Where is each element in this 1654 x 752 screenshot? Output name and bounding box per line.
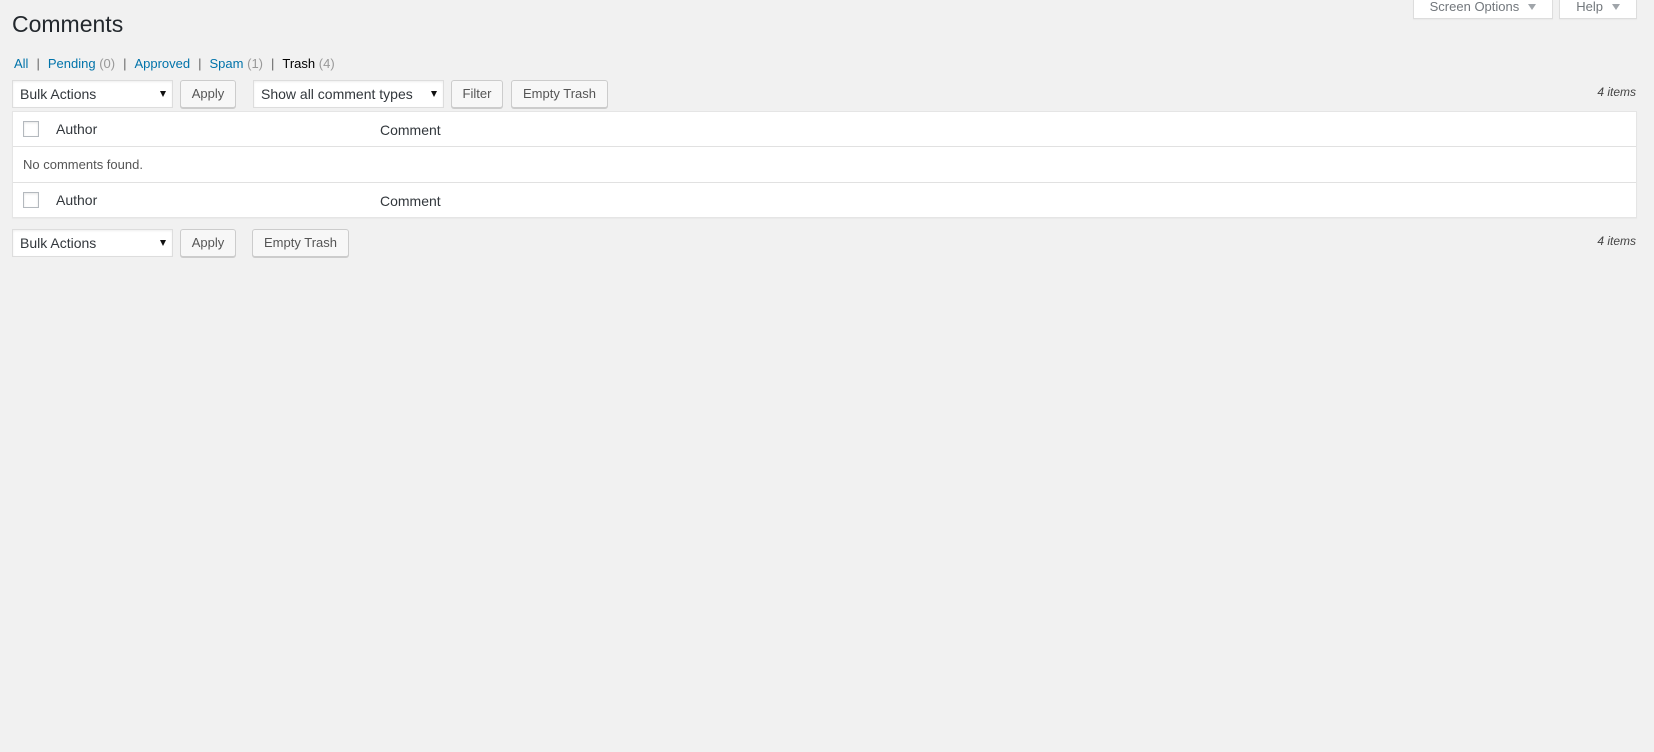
separator: | bbox=[198, 56, 202, 71]
column-comment-header: Comment bbox=[380, 122, 441, 138]
page-title: Comments bbox=[12, 11, 124, 37]
filter-pending[interactable]: Pending (0) bbox=[48, 56, 115, 71]
screen-options-label: Screen Options bbox=[1429, 0, 1520, 14]
filter-approved-link[interactable]: Approved bbox=[134, 56, 190, 71]
filter-spam-count: (1) bbox=[247, 56, 263, 71]
empty-trash-button[interactable]: Empty Trash bbox=[511, 80, 608, 108]
table-header: Author Comment bbox=[13, 112, 1636, 147]
filter-trash[interactable]: Trash (4) bbox=[282, 56, 334, 71]
filter-button[interactable]: Filter bbox=[451, 80, 503, 108]
status-filter-links: All | Pending (0) | Approved | Spam (1) … bbox=[14, 56, 335, 71]
filter-spam[interactable]: Spam (1) bbox=[210, 56, 263, 71]
screen-meta-links: Screen Options Help bbox=[1412, 0, 1637, 19]
bulk-actions-select-bottom[interactable]: Bulk Actions bbox=[12, 229, 173, 257]
separator: | bbox=[271, 56, 275, 71]
apply-button-bottom[interactable]: Apply bbox=[180, 229, 236, 257]
filter-spam-link[interactable]: Spam bbox=[210, 56, 244, 71]
table-row: No comments found. bbox=[13, 147, 1636, 182]
filter-approved[interactable]: Approved bbox=[134, 56, 190, 71]
empty-trash-button-bottom[interactable]: Empty Trash bbox=[252, 229, 349, 257]
bulk-actions-select[interactable]: Bulk Actions bbox=[12, 80, 173, 108]
table-footer: Author Comment bbox=[13, 182, 1636, 217]
dropdown-arrow-icon bbox=[160, 240, 166, 246]
separator: | bbox=[36, 56, 40, 71]
tablenav-top: Bulk Actions Apply Show all comment type… bbox=[12, 80, 1637, 108]
filter-trash-link[interactable]: Trash bbox=[282, 56, 315, 71]
column-comment-footer: Comment bbox=[380, 193, 441, 209]
dropdown-arrow-icon bbox=[160, 91, 166, 97]
caret-down-icon bbox=[1612, 4, 1620, 10]
tablenav-bottom: Bulk Actions Apply Empty Trash 4 items bbox=[12, 229, 1637, 257]
select-all-checkbox-footer[interactable] bbox=[23, 192, 39, 208]
bulk-actions-value: Bulk Actions bbox=[20, 235, 97, 251]
items-count-bottom: 4 items bbox=[1597, 234, 1636, 248]
items-count: 4 items bbox=[1597, 85, 1636, 99]
screen-options-button[interactable]: Screen Options bbox=[1412, 0, 1554, 19]
filter-pending-count: (0) bbox=[99, 56, 116, 71]
separator: | bbox=[123, 56, 127, 71]
column-author-header[interactable]: Author bbox=[56, 121, 97, 137]
help-button[interactable]: Help bbox=[1559, 0, 1637, 19]
bulk-actions-value: Bulk Actions bbox=[20, 86, 97, 102]
filter-all[interactable]: All bbox=[14, 56, 28, 71]
dropdown-arrow-icon bbox=[431, 91, 437, 97]
no-items-message: No comments found. bbox=[23, 157, 143, 172]
help-label: Help bbox=[1576, 0, 1603, 14]
comments-table: Author Comment No comments found. Author… bbox=[12, 111, 1637, 218]
comment-type-value: Show all comment types bbox=[261, 86, 413, 102]
apply-button[interactable]: Apply bbox=[180, 80, 236, 108]
select-all-checkbox[interactable] bbox=[23, 121, 39, 137]
filter-pending-link[interactable]: Pending bbox=[48, 56, 96, 71]
column-author-footer[interactable]: Author bbox=[56, 192, 97, 208]
filter-all-link[interactable]: All bbox=[14, 56, 28, 71]
comment-type-select[interactable]: Show all comment types bbox=[253, 80, 444, 108]
caret-down-icon bbox=[1528, 4, 1537, 10]
filter-trash-count: (4) bbox=[318, 56, 335, 71]
